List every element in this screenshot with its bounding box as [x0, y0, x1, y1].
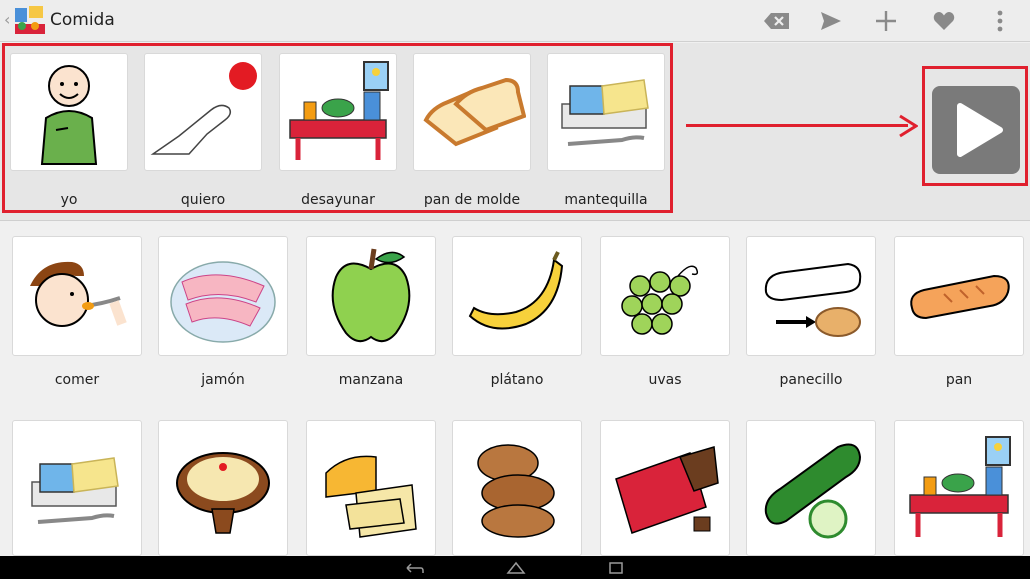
send-icon[interactable]: [816, 6, 846, 36]
system-navigation-bar: [0, 556, 1030, 579]
cucumber-icon: [746, 420, 876, 556]
grapes-icon: [600, 236, 730, 356]
grid-card-butter[interactable]: [12, 420, 142, 556]
sentence-card-label: desayunar: [301, 192, 375, 208]
recents-nav-icon[interactable]: [605, 560, 627, 576]
grid-card-label: uvas: [648, 372, 682, 388]
grid-card-manzana[interactable]: manzana: [306, 236, 436, 396]
grid-card-uvas[interactable]: uvas: [600, 236, 730, 396]
grid-card-jamon[interactable]: jamón: [158, 236, 288, 396]
sentence-card-label: pan de molde: [423, 192, 521, 208]
heart-icon[interactable]: [929, 6, 959, 36]
cake-icon: [158, 420, 288, 556]
butter-icon: [12, 420, 142, 556]
sentence-card-pan-de-molde[interactable]: pan de molde: [413, 53, 531, 211]
grid-card-label: jamón: [201, 372, 245, 388]
home-nav-icon[interactable]: [505, 560, 527, 576]
overflow-menu-icon[interactable]: [985, 6, 1015, 36]
arrow-head-icon: [899, 114, 918, 138]
bread-roll-icon: [746, 236, 876, 356]
grid-card-label: plátano: [490, 372, 544, 388]
arrow-line: [686, 124, 908, 127]
grid-card-label: pan: [945, 372, 973, 388]
sentence-card-yo[interactable]: yo: [10, 53, 128, 211]
grid-card-label: comer: [54, 372, 100, 388]
back-nav-icon[interactable]: [403, 560, 425, 576]
sentence-card-mantequilla[interactable]: mantequilla: [547, 53, 665, 211]
cookies-icon: [452, 420, 582, 556]
grid-card-pan[interactable]: pan: [894, 236, 1024, 396]
grid-card-platano[interactable]: plátano: [452, 236, 582, 396]
page-title: Comida: [50, 10, 115, 30]
grid-card-panecillo[interactable]: panecillo: [746, 236, 876, 396]
grid-card-comer[interactable]: comer: [12, 236, 142, 396]
green-apple-icon: [306, 236, 436, 356]
grid-card-breakfast[interactable]: [894, 420, 1024, 556]
person-pointing-self-icon: [10, 53, 128, 171]
grid-card-label: manzana: [338, 372, 404, 388]
app-logo-icon[interactable]: [13, 4, 47, 38]
grid-card-cucumber[interactable]: [746, 420, 876, 556]
grid-card-chocolate[interactable]: [600, 420, 730, 556]
chocolate-icon: [600, 420, 730, 556]
bread-loaf-icon: [894, 236, 1024, 356]
breakfast-table-icon: [894, 420, 1024, 556]
grid-card-label: panecillo: [779, 372, 843, 388]
breakfast-table-icon: [279, 53, 397, 171]
butter-icon: [547, 53, 665, 171]
ham-plate-icon: [158, 236, 288, 356]
sliced-bread-icon: [413, 53, 531, 171]
action-bar: ‹ Comida: [0, 0, 1030, 42]
sentence-card-label: quiero: [180, 192, 226, 208]
grid-card-cheese[interactable]: [306, 420, 436, 556]
play-icon: [957, 103, 1003, 157]
banana-icon: [452, 236, 582, 356]
hand-reaching-red-ball-icon: [144, 53, 262, 171]
cheese-icon: [306, 420, 436, 556]
backspace-icon[interactable]: [762, 6, 792, 36]
boy-eating-icon: [12, 236, 142, 356]
grid-card-cookies[interactable]: [452, 420, 582, 556]
back-chevron-icon[interactable]: ‹: [4, 10, 10, 29]
grid-card-cake[interactable]: [158, 420, 288, 556]
play-button[interactable]: [932, 86, 1020, 174]
sentence-card-desayunar[interactable]: desayunar: [279, 53, 397, 211]
sentence-card-label: yo: [60, 192, 78, 208]
sentence-card-quiero[interactable]: quiero: [144, 53, 262, 211]
sentence-card-label: mantequilla: [564, 192, 648, 208]
add-icon[interactable]: [871, 6, 901, 36]
